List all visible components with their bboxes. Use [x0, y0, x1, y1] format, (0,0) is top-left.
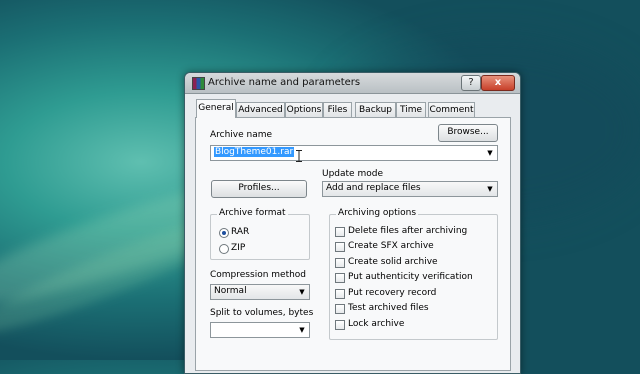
create-sfx-checkbox[interactable]: [335, 242, 345, 252]
tab-time[interactable]: Time: [396, 102, 426, 117]
profiles-button[interactable]: Profiles...: [211, 180, 307, 198]
update-mode-value: Add and replace files: [326, 183, 421, 193]
authenticity-checkbox[interactable]: [335, 273, 345, 283]
archiving-options-group: Archiving options Delete files after arc…: [329, 208, 498, 340]
tab-backup[interactable]: Backup: [355, 102, 396, 117]
create-sfx-label: Create SFX archive: [348, 241, 434, 251]
window-title: Archive name and parameters: [208, 77, 361, 88]
zip-label: ZIP: [231, 243, 246, 253]
test-files-label: Test archived files: [348, 303, 429, 313]
rar-radio[interactable]: [219, 228, 229, 238]
archive-name-combo[interactable]: BlogTheme01.rar ▼: [210, 145, 498, 161]
create-solid-label: Create solid archive: [348, 257, 438, 267]
tab-options[interactable]: Options: [285, 102, 323, 117]
help-button[interactable]: ?: [461, 75, 481, 91]
archive-name-input[interactable]: BlogTheme01.rar: [214, 147, 295, 157]
browse-button[interactable]: Browse...: [438, 124, 498, 142]
test-files-checkbox[interactable]: [335, 304, 345, 314]
update-mode-label: Update mode: [322, 169, 383, 179]
recovery-record-label: Put recovery record: [348, 288, 437, 298]
winrar-icon: [192, 77, 205, 90]
rar-label: RAR: [231, 227, 250, 237]
chevron-down-icon[interactable]: ▼: [297, 324, 307, 336]
compression-method-select[interactable]: Normal ▼: [210, 284, 310, 300]
tab-advanced[interactable]: Advanced: [236, 102, 285, 117]
chevron-down-icon[interactable]: ▼: [297, 286, 307, 298]
split-volumes-combo[interactable]: ▼: [210, 322, 310, 338]
archive-format-group: Archive format RAR ZIP: [210, 208, 310, 260]
tab-comment[interactable]: Comment: [428, 102, 475, 117]
text-cursor-icon: [296, 150, 302, 162]
chevron-down-icon[interactable]: ▼: [485, 147, 495, 159]
compression-method-value: Normal: [214, 286, 247, 296]
chevron-down-icon[interactable]: ▼: [485, 183, 495, 195]
recovery-record-checkbox[interactable]: [335, 289, 345, 299]
tab-files[interactable]: Files: [323, 102, 352, 117]
title-bar[interactable]: Archive name and parameters ? x: [185, 73, 520, 94]
archive-format-title: Archive format: [217, 208, 288, 218]
archiving-options-title: Archiving options: [336, 208, 419, 218]
lock-archive-checkbox[interactable]: [335, 320, 345, 330]
delete-files-checkbox[interactable]: [335, 227, 345, 237]
delete-files-label: Delete files after archiving: [348, 226, 468, 236]
compression-method-label: Compression method: [210, 270, 307, 280]
tab-general[interactable]: General: [196, 99, 236, 118]
update-mode-select[interactable]: Add and replace files ▼: [322, 181, 498, 197]
archive-dialog: Archive name and parameters ? x General …: [184, 72, 521, 374]
lock-archive-label: Lock archive: [348, 319, 405, 329]
zip-radio[interactable]: [219, 244, 229, 254]
archive-name-label: Archive name: [210, 130, 273, 140]
authenticity-label: Put authenticity verification: [348, 272, 473, 282]
general-tab-panel: Archive name Browse... BlogTheme01.rar ▼…: [195, 117, 511, 371]
create-solid-checkbox[interactable]: [335, 258, 345, 268]
split-volumes-label: Split to volumes, bytes: [210, 308, 314, 318]
close-button[interactable]: x: [481, 75, 515, 91]
